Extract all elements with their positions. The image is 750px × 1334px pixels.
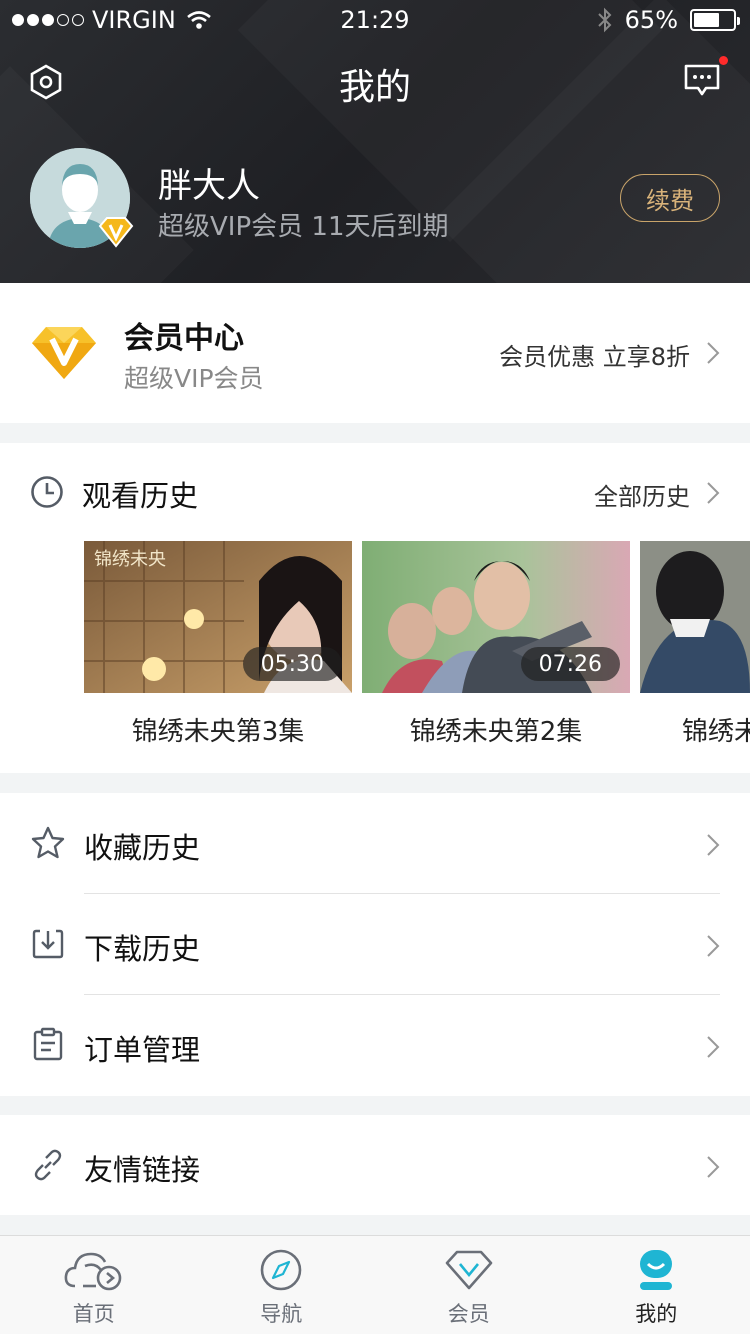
history-item[interactable]: 07:26 锦绣未央第2集 — [362, 541, 630, 748]
video-title: 锦绣未 — [682, 717, 750, 747]
menu-label: 订单管理 — [84, 1033, 201, 1067]
renew-button[interactable]: 续费 — [620, 174, 720, 222]
tab-vip[interactable]: 会员 — [375, 1236, 563, 1334]
video-duration: 07:26 — [520, 647, 620, 681]
profile-face-icon — [640, 1250, 673, 1290]
battery-icon — [690, 9, 740, 31]
watch-history-section: 观看历史 全部历史 锦绣未央 05:30 锦绣未央第3集 07:26 锦绣未央第… — [0, 443, 750, 773]
username: 胖大人 — [158, 166, 260, 206]
history-item[interactable]: 锦绣未 — [640, 541, 750, 748]
menu-label: 下载历史 — [84, 932, 201, 966]
vip-expiry-text: 超级VIP会员 11天后到期 — [158, 212, 449, 242]
page-title: 我的 — [338, 67, 411, 108]
favorites-history-row[interactable]: 收藏历史 — [0, 793, 750, 894]
tab-label: 我的 — [635, 1302, 678, 1326]
order-management-row[interactable]: 订单管理 — [0, 995, 750, 1096]
member-center-row[interactable]: 会员中心 超级VIP会员 会员优惠 立享8折 — [0, 283, 750, 423]
clipboard-icon — [33, 1027, 63, 1061]
bottom-tab-bar: 首页 导航 会员 我的 — [0, 1235, 750, 1334]
video-thumbnail: 07:26 — [362, 541, 630, 693]
tab-mine[interactable]: 我的 — [563, 1236, 750, 1334]
member-center-title: 会员中心 — [124, 321, 244, 356]
vip-diamond-icon — [32, 327, 96, 379]
tab-label: 首页 — [72, 1302, 115, 1326]
profile-header: VIRGIN 21:29 65% 我的 胖大人 超级VIP会员 11天后到期 续… — [0, 0, 750, 283]
chevron-right-icon — [707, 482, 720, 504]
diamond-icon — [445, 1250, 493, 1290]
menu-label: 友情链接 — [84, 1153, 201, 1187]
history-thumb-overlay-text: 锦绣未央 — [94, 549, 166, 570]
status-bar: VIRGIN 21:29 65% — [0, 0, 750, 40]
message-icon[interactable] — [682, 62, 722, 100]
compass-icon — [260, 1249, 302, 1291]
history-thumbnail-list: 锦绣未央 05:30 锦绣未央第3集 07:26 锦绣未央第2集 锦绣未 — [84, 541, 750, 748]
notification-dot — [719, 56, 728, 65]
video-title: 锦绣未央第2集 — [409, 717, 583, 747]
friend-links-row[interactable]: 友情链接 — [0, 1115, 750, 1215]
video-thumbnail — [640, 541, 750, 693]
watch-history-title: 观看历史 — [82, 479, 199, 513]
video-thumbnail: 锦绣未央 05:30 — [84, 541, 352, 693]
history-item[interactable]: 锦绣未央 05:30 锦绣未央第3集 — [84, 541, 352, 748]
video-title: 锦绣未央第3集 — [131, 717, 305, 747]
link-icon — [34, 1149, 62, 1181]
menu-label: 收藏历史 — [84, 831, 201, 865]
menu-list: 收藏历史 下载历史 订单管理 — [0, 793, 750, 1096]
chevron-right-icon — [707, 834, 720, 856]
tab-label: 导航 — [260, 1302, 303, 1326]
chevron-right-icon — [707, 935, 720, 957]
chevron-right-icon — [707, 1036, 720, 1058]
home-cloud-icon — [64, 1252, 122, 1291]
member-center-subtitle: 超级VIP会员 — [124, 364, 264, 393]
star-icon — [31, 826, 65, 859]
all-history-link[interactable]: 全部历史 — [594, 477, 690, 512]
tab-navigation[interactable]: 导航 — [188, 1236, 376, 1334]
clock-icon — [31, 476, 63, 508]
bluetooth-icon — [597, 7, 612, 33]
download-icon — [32, 929, 64, 959]
chevron-right-icon — [707, 342, 720, 364]
tab-home[interactable]: 首页 — [0, 1236, 188, 1334]
tab-label: 会员 — [447, 1302, 490, 1326]
video-duration: 05:30 — [242, 647, 342, 681]
download-history-row[interactable]: 下载历史 — [0, 894, 750, 995]
battery-percent: 65% — [624, 6, 678, 34]
chevron-right-icon — [707, 1156, 720, 1178]
member-promo-text: 会员优惠 立享8折 — [499, 343, 690, 371]
vip-badge-icon — [98, 217, 134, 248]
